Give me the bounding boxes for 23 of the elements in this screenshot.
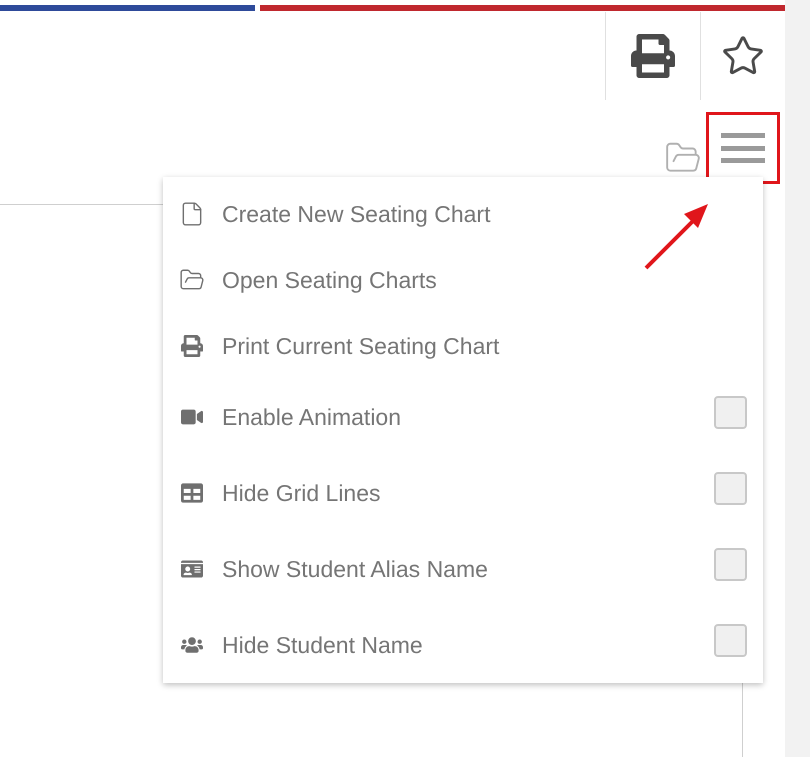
menu-item[interactable]: Open Seating Charts bbox=[163, 247, 763, 313]
menu-item-label: Show Student Alias Name bbox=[222, 554, 488, 584]
menu-item[interactable]: Show Student Alias Name bbox=[163, 531, 763, 607]
menu-item-label: Hide Grid Lines bbox=[222, 478, 381, 508]
menu-item-label: Enable Animation bbox=[222, 402, 402, 432]
id-card-icon bbox=[181, 558, 203, 580]
menu-item[interactable]: Hide Grid Lines bbox=[163, 455, 763, 531]
checkbox[interactable] bbox=[714, 548, 747, 580]
menu-item-label: Hide Student Name bbox=[222, 630, 423, 660]
printer-icon bbox=[181, 335, 203, 357]
menu-item-label: Open Seating Charts bbox=[222, 266, 437, 295]
printer-icon bbox=[631, 34, 675, 78]
checkbox[interactable] bbox=[714, 624, 747, 656]
menu-item-label: Create New Seating Chart bbox=[222, 200, 490, 229]
checkbox[interactable] bbox=[714, 472, 747, 504]
menu-item-label: Print Current Seating Chart bbox=[222, 332, 500, 361]
menu-item[interactable]: Create New Seating Chart bbox=[163, 181, 763, 247]
menu-icon bbox=[721, 133, 765, 163]
grid-icon bbox=[181, 482, 203, 504]
menu-item[interactable]: Print Current Seating Chart bbox=[163, 313, 763, 379]
menu-item[interactable]: Enable Animation bbox=[163, 379, 763, 455]
checkbox[interactable] bbox=[714, 396, 747, 428]
menu-item[interactable]: Hide Student Name bbox=[163, 607, 763, 683]
